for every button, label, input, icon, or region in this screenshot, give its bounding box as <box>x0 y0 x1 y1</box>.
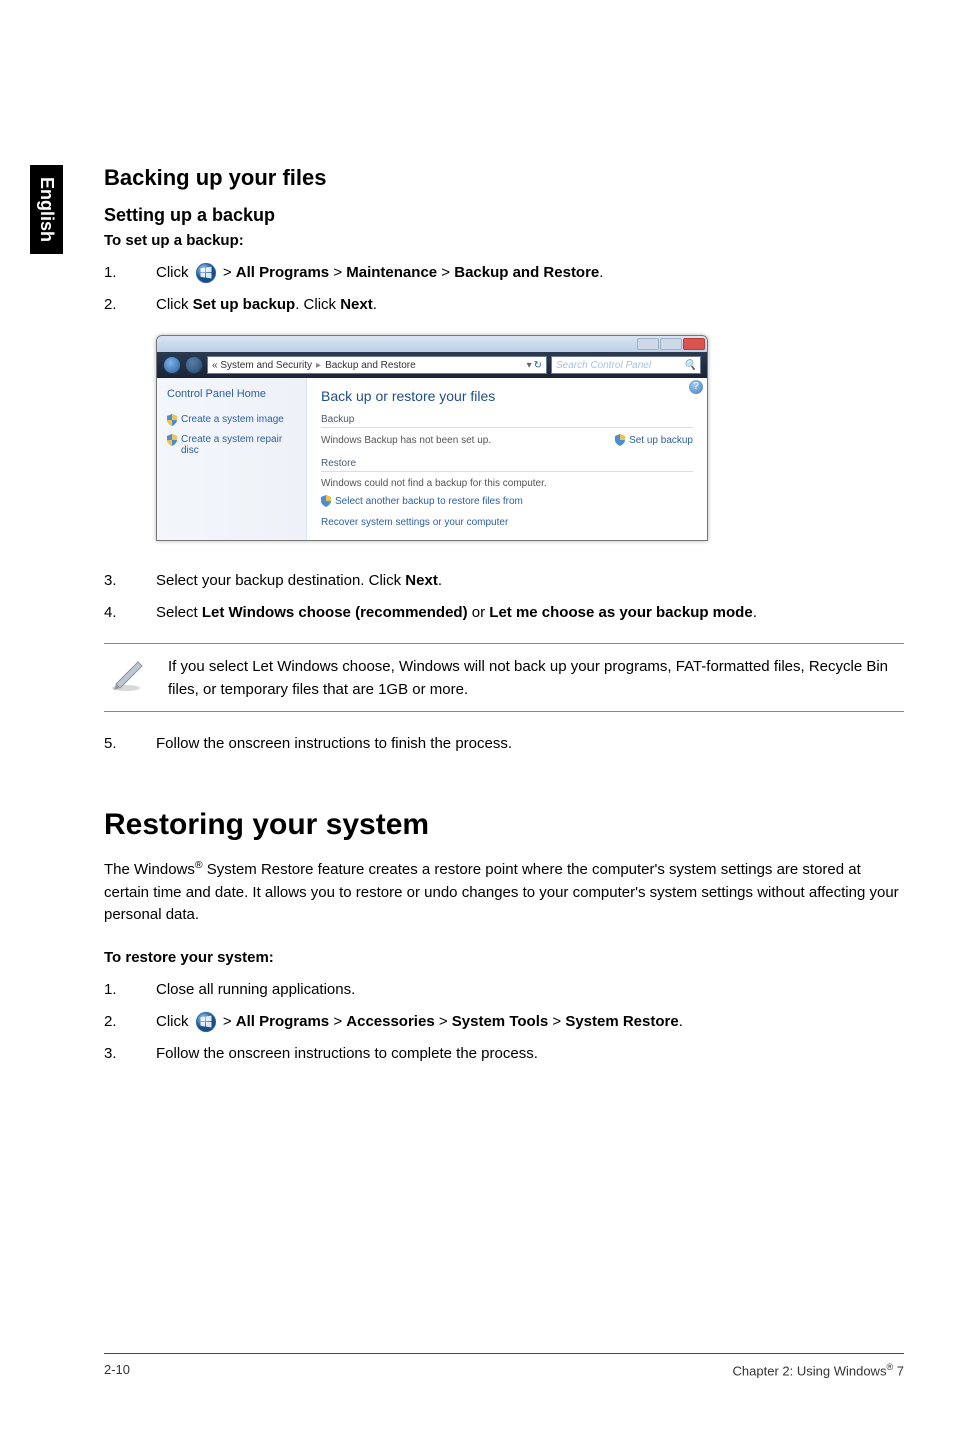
chevron-right-icon: ▸ <box>316 360 321 371</box>
step-text: Select your backup destination. Click Ne… <box>156 569 904 593</box>
shield-icon <box>615 434 625 446</box>
divider <box>321 427 693 428</box>
step-number: 1. <box>104 261 156 285</box>
steps-list-4: 1. Close all running applications. 2. Cl… <box>104 978 904 1066</box>
search-placeholder: Search Control Panel <box>556 360 651 371</box>
task-label: Create a system repair disc <box>181 434 298 456</box>
step-text: Close all running applications. <box>156 978 904 1002</box>
shield-icon <box>321 495 331 507</box>
screenshot-figure: « System and Security ▸ Backup and Resto… <box>156 335 904 541</box>
dropdown-icon[interactable]: ▾ <box>527 360 532 371</box>
help-icon[interactable]: ? <box>689 380 703 394</box>
nav-forward-button[interactable] <box>185 356 203 374</box>
right-pane: ? Back up or restore your files Backup W… <box>307 378 707 540</box>
lead-text-2: To restore your system: <box>104 949 904 966</box>
note-pencil-icon <box>108 654 148 694</box>
step-text: Follow the onscreen instructions to fini… <box>156 732 904 756</box>
language-tab: English <box>30 165 63 254</box>
page-number: 2-10 <box>104 1362 130 1378</box>
step-5: 5. Follow the onscreen instructions to f… <box>104 732 904 756</box>
text-run: Click <box>156 264 193 281</box>
maximize-button[interactable] <box>660 338 682 350</box>
step-number: 5. <box>104 732 156 756</box>
step-text: Click > All Programs > Accessories > Sys… <box>156 1010 904 1034</box>
section-title-backup: Backing up your files <box>104 165 904 191</box>
control-panel-home-link[interactable]: Control Panel Home <box>167 388 298 400</box>
nav-back-button[interactable] <box>163 356 181 374</box>
step-text: Follow the onscreen instructions to comp… <box>156 1042 904 1066</box>
step-text: Click Set up backup. Click Next. <box>156 293 904 317</box>
start-orb-icon <box>195 1011 217 1033</box>
select-another-backup-link[interactable]: Select another backup to restore files f… <box>321 495 693 507</box>
refresh-icon[interactable]: ↻ <box>534 360 542 371</box>
minimize-button[interactable] <box>637 338 659 350</box>
close-button[interactable] <box>683 338 705 350</box>
restore-group-label: Restore <box>321 458 693 469</box>
chapter-label: Chapter 2: Using Windows® 7 <box>733 1362 904 1378</box>
address-bar[interactable]: « System and Security ▸ Backup and Resto… <box>207 356 547 374</box>
divider <box>321 471 693 472</box>
lead-text-1: To set up a backup: <box>104 232 904 249</box>
page-footer: 2-10 Chapter 2: Using Windows® 7 <box>104 1353 904 1378</box>
restore-step-1: 1. Close all running applications. <box>104 978 904 1002</box>
step-text: Select Let Windows choose (recommended) … <box>156 601 904 625</box>
shield-icon <box>167 414 177 426</box>
step-2: 2. Click Set up backup. Click Next. <box>104 293 904 317</box>
shield-icon <box>167 434 177 446</box>
recover-system-link[interactable]: Recover system settings or your computer <box>321 517 693 528</box>
start-orb-icon <box>195 262 217 284</box>
step-number: 3. <box>104 1042 156 1066</box>
note-text: If you select Let Windows choose, Window… <box>168 654 900 701</box>
create-system-image-link[interactable]: Create a system image <box>167 414 298 426</box>
set-up-backup-link[interactable]: Set up backup <box>615 434 693 446</box>
window-body: Control Panel Home Create a system image… <box>157 378 707 540</box>
pane-title: Back up or restore your files <box>321 388 693 404</box>
steps-list-2: 3. Select your backup destination. Click… <box>104 569 904 625</box>
search-input[interactable]: Search Control Panel 🔍 <box>551 356 701 374</box>
step-number: 1. <box>104 978 156 1002</box>
steps-list-1: 1. Click > All Programs > Maintenance > … <box>104 261 904 317</box>
left-pane: Control Panel Home Create a system image… <box>157 378 307 540</box>
path-run: > All Programs > Maintenance > Backup an… <box>223 264 604 281</box>
breadcrumb-segment: « System and Security <box>212 360 312 371</box>
body-paragraph: The Windows® System Restore feature crea… <box>104 858 904 927</box>
steps-list-3: 5. Follow the onscreen instructions to f… <box>104 732 904 756</box>
restore-step-2: 2. Click > All Programs > Accessories > … <box>104 1010 904 1034</box>
step-3: 3. Select your backup destination. Click… <box>104 569 904 593</box>
step-1: 1. Click > All Programs > Maintenance > … <box>104 261 904 285</box>
restore-step-3: 3. Follow the onscreen instructions to c… <box>104 1042 904 1066</box>
navbar: « System and Security ▸ Backup and Resto… <box>157 352 707 378</box>
link-text: Set up backup <box>629 435 693 446</box>
window: « System and Security ▸ Backup and Resto… <box>156 335 708 541</box>
link-text: Select another backup to restore files f… <box>335 496 523 507</box>
path-run: > All Programs > Accessories > System To… <box>223 1013 683 1030</box>
create-repair-disc-link[interactable]: Create a system repair disc <box>167 434 298 456</box>
search-icon: 🔍 <box>684 360 696 371</box>
breadcrumb-segment: Backup and Restore <box>325 360 416 371</box>
note-box: If you select Let Windows choose, Window… <box>104 643 904 712</box>
page-content: Backing up your files Setting up a backu… <box>104 165 904 1084</box>
section-title-restore: Restoring your system <box>104 808 904 842</box>
backup-group-label: Backup <box>321 414 693 425</box>
step-text: Click > All Programs > Maintenance > Bac… <box>156 261 904 285</box>
backup-status-text: Windows Backup has not been set up. <box>321 435 491 446</box>
step-number: 2. <box>104 1010 156 1034</box>
step-number: 4. <box>104 601 156 625</box>
text-run: Click <box>156 1013 193 1030</box>
subsection-title: Setting up a backup <box>104 205 904 226</box>
task-label: Create a system image <box>181 414 284 425</box>
step-4: 4. Select Let Windows choose (recommende… <box>104 601 904 625</box>
step-number: 3. <box>104 569 156 593</box>
restore-status-text: Windows could not find a backup for this… <box>321 478 693 489</box>
step-number: 2. <box>104 293 156 317</box>
window-titlebar <box>157 336 707 352</box>
